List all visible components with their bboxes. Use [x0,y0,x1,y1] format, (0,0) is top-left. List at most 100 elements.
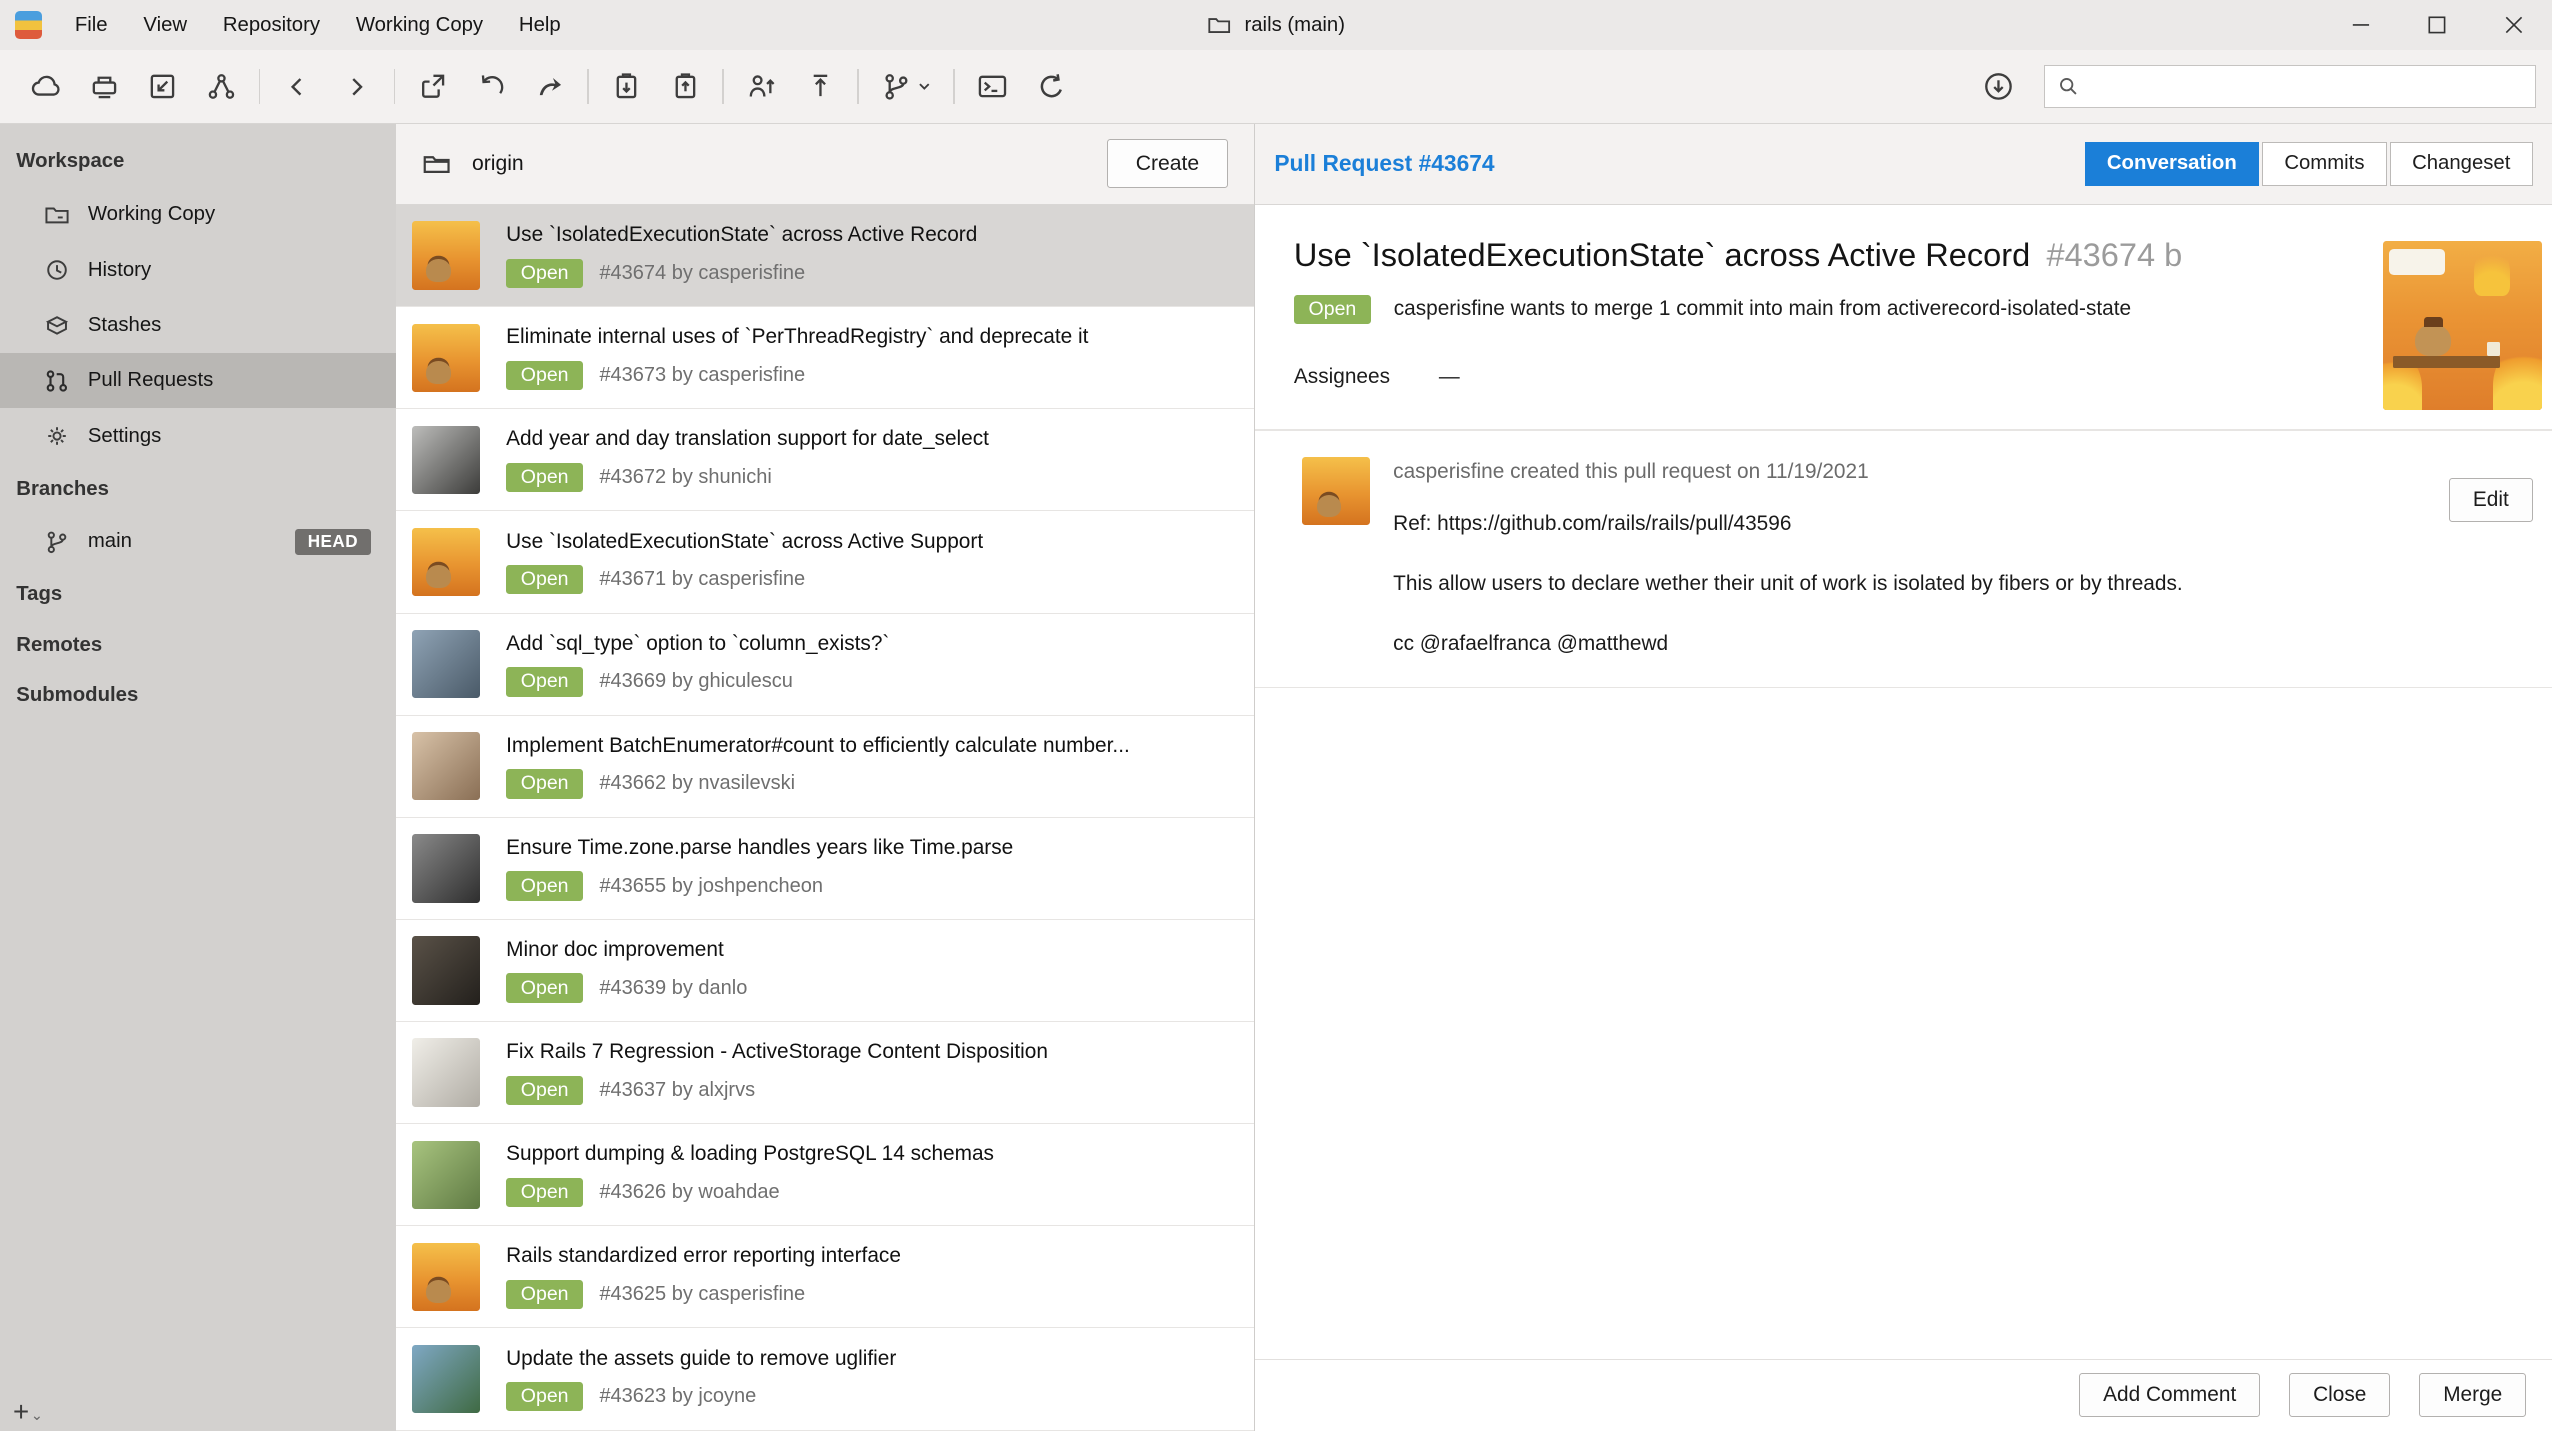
pull-request-detail-panel: Pull Request #43674 Conversation Commits… [1255,124,2552,1431]
pr-row-sub: Open #43655 by joshpencheon [506,871,1237,901]
pr-row[interactable]: Support dumping & loading PostgreSQL 14 … [396,1124,1254,1226]
pr-avatar [412,834,480,902]
detail-header: Pull Request #43674 Conversation Commits… [1255,124,2552,205]
comment-line: cc @rafaelfranca @matthewd [1393,632,2383,656]
pr-avatar [412,936,480,1004]
menu-working-copy[interactable]: Working Copy [338,0,501,50]
detail-footer: Add Comment Close Merge [1255,1359,2552,1431]
pr-status-badge: Open [506,1076,583,1106]
pr-status-badge: Open [506,361,583,391]
detail-tabs: Conversation Commits Changeset [2085,142,2533,186]
pr-row[interactable]: Add `sql_type` option to `column_exists?… [396,614,1254,716]
back-icon[interactable] [268,59,327,114]
commit-graph-icon[interactable] [192,59,251,114]
sidebar-item-pull-requests[interactable]: Pull Requests [0,353,396,408]
comment-line: Ref: https://github.com/rails/rails/pull… [1393,512,2383,536]
terminal-icon[interactable] [963,59,1022,114]
pr-avatar [412,732,480,800]
menu-view[interactable]: View [125,0,204,50]
pr-row-texts: Use `IsolatedExecutionState` across Acti… [506,530,1237,595]
pr-status-badge: Open [506,973,583,1003]
cloud-icon[interactable] [16,59,75,114]
search-input[interactable] [2089,73,2523,99]
download-circle-icon[interactable] [1969,59,2028,114]
forward-icon[interactable] [327,59,386,114]
pr-row[interactable]: Rails standardized error reporting inter… [396,1226,1254,1328]
pr-status-badge: Open [506,1178,583,1208]
add-button[interactable]: + ⌄ [13,1401,43,1424]
pr-row[interactable]: Implement BatchEnumerator#count to effic… [396,716,1254,818]
sidebar-section-workspace: Workspace [0,137,396,187]
unstash-clipboard-up-icon[interactable] [656,59,715,114]
arrow-up-icon[interactable] [791,59,850,114]
pr-row[interactable]: Eliminate internal uses of `PerThreadReg… [396,307,1254,409]
pr-row[interactable]: Use `IsolatedExecutionState` across Acti… [396,205,1254,307]
pr-row[interactable]: Update the assets guide to remove uglifi… [396,1328,1254,1430]
maximize-button[interactable] [2399,0,2475,50]
share-arrow-icon[interactable] [403,59,462,114]
refresh-icon[interactable] [1022,59,1081,114]
sidebar-section-tags[interactable]: Tags [0,570,396,620]
stash-clipboard-down-icon[interactable] [597,59,656,114]
pr-list-header: origin Create [396,124,1254,205]
undo-arrow-icon[interactable] [462,59,521,114]
menu-file[interactable]: File [57,0,126,50]
sidebar-item-settings[interactable]: Settings [0,408,396,463]
pr-row-texts: Rails standardized error reporting inter… [506,1244,1237,1309]
redo-filled-arrow-icon[interactable] [521,59,580,114]
pr-status-badge: Open [506,1280,583,1310]
close-pr-button[interactable]: Close [2289,1373,2390,1417]
tab-commits[interactable]: Commits [2262,142,2387,186]
pr-row-title: Minor doc improvement [506,938,1237,962]
sidebar-item-history[interactable]: History [0,242,396,297]
assignees-row: Assignees — [1294,365,2513,389]
close-button[interactable] [2476,0,2552,50]
pr-row[interactable]: Add year and day translation support for… [396,409,1254,511]
pr-row-texts: Fix Rails 7 Regression - ActiveStorage C… [506,1040,1237,1105]
pr-status-badge: Open [506,259,583,289]
remote-folder-icon[interactable] [422,149,451,178]
pr-status-row: Open casperisfine wants to merge 1 commi… [1294,295,2513,325]
branch-menu-button[interactable] [867,59,945,114]
sidebar-item-stashes[interactable]: Stashes [0,298,396,353]
pr-row[interactable]: Minor doc improvement Open #43639 by dan… [396,920,1254,1022]
sidebar-section-remotes[interactable]: Remotes [0,620,396,670]
add-comment-button[interactable]: Add Comment [2079,1373,2260,1417]
sidebar-item-working-copy[interactable]: Working Copy [0,187,396,242]
menu-repository[interactable]: Repository [205,0,338,50]
pr-row-title: Fix Rails 7 Regression - ActiveStorage C… [506,1040,1237,1064]
pr-row-sub: Open #43674 by casperisfine [506,259,1237,289]
menu-help[interactable]: Help [501,0,579,50]
pr-avatar [412,1038,480,1106]
clock-icon [44,257,70,283]
pr-row-title: Implement BatchEnumerator#count to effic… [506,734,1237,758]
pr-title: Use `IsolatedExecutionState` across Acti… [1294,234,2336,276]
divider [1255,687,2552,689]
sidebar-item-branch-main[interactable]: main HEAD [0,514,396,569]
edit-button[interactable]: Edit [2449,478,2532,522]
pr-row[interactable]: Ensure Time.zone.parse handles years lik… [396,818,1254,920]
tab-changeset[interactable]: Changeset [2390,142,2533,186]
sidebar-section-branches[interactable]: Branches [0,464,396,514]
pull-request-icon [44,368,70,394]
tab-conversation[interactable]: Conversation [2085,142,2259,186]
pr-row-texts: Minor doc improvement Open #43639 by dan… [506,938,1237,1003]
toolbar-separator [953,69,955,105]
person-arrow-up-icon[interactable] [732,59,791,114]
pr-avatar [412,1141,480,1209]
pr-row-texts: Support dumping & loading PostgreSQL 14 … [506,1142,1237,1207]
pr-row-meta: #43669 by ghiculescu [599,670,792,693]
pr-avatar [412,630,480,698]
pr-row[interactable]: Fix Rails 7 Regression - ActiveStorage C… [396,1022,1254,1124]
pr-avatar [412,1243,480,1311]
minimize-button[interactable] [2323,0,2399,50]
sidebar-section-submodules[interactable]: Submodules [0,670,396,720]
pr-row-title: Ensure Time.zone.parse handles years lik… [506,836,1237,860]
search-box[interactable] [2044,65,2536,107]
import-box-icon[interactable] [133,59,192,114]
printer-icon[interactable] [75,59,134,114]
pr-row[interactable]: Use `IsolatedExecutionState` across Acti… [396,511,1254,613]
merge-button[interactable]: Merge [2419,1373,2526,1417]
create-button[interactable]: Create [1107,139,1228,188]
sidebar-item-label: Working Copy [88,203,215,226]
